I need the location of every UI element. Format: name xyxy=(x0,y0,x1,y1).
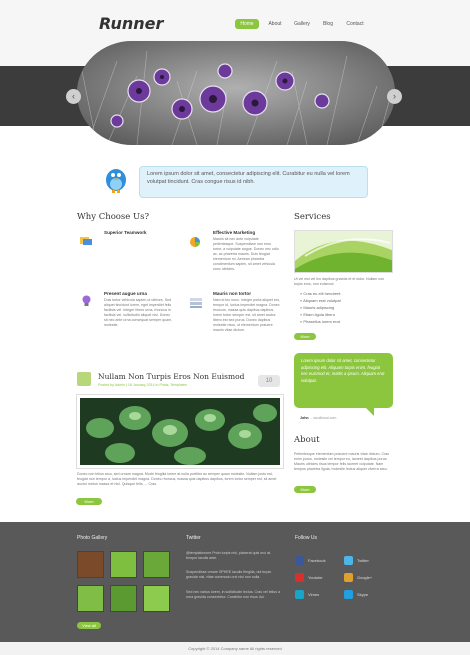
gallery-thumb[interactable] xyxy=(143,585,170,612)
facebook-icon xyxy=(295,556,304,566)
feature-text-mauris: Nam id leo nunc. Integer porta aliquet e… xyxy=(213,298,280,332)
slider-prev-button[interactable]: ‹ xyxy=(66,89,81,104)
tweet: Suspendisse ornare SPHEE iaculis fringil… xyxy=(186,570,272,579)
nav-about[interactable]: About xyxy=(264,19,286,29)
gallery-thumb[interactable] xyxy=(110,551,137,578)
post-meta: Posted by Admin | 18 January 2014 in Pos… xyxy=(98,383,187,387)
social-twitter[interactable]: Twitter xyxy=(344,555,369,567)
post-title[interactable]: Nullam Non Turpis Eros Non Euismod xyxy=(98,372,244,381)
feature-text-present: Duis tortor vehicula sapien ut ultrices.… xyxy=(104,298,173,327)
services-item[interactable]: » Etiam ligula libero xyxy=(300,311,341,318)
gallery-thumb[interactable] xyxy=(110,585,137,612)
social-google[interactable]: Google+ xyxy=(344,572,372,584)
about-heading: About xyxy=(294,435,320,445)
testimonial-bubble: Lorem ipsum dolor sit amet, consectetur … xyxy=(294,353,393,408)
gallery-thumb[interactable] xyxy=(77,585,104,612)
feature-title-marketing: Effective Marketing xyxy=(213,230,256,235)
gallery-view-all-button[interactable]: View all xyxy=(77,622,101,629)
lightbulb-icon xyxy=(82,294,91,306)
post-thumbnail-icon xyxy=(77,372,91,386)
twitter-icon xyxy=(344,556,353,566)
gallery-thumb[interactable] xyxy=(143,551,170,578)
services-item[interactable]: » Cras eu elit hendrerit xyxy=(300,290,341,297)
gallery-heading: Photo Gallery xyxy=(77,535,108,541)
bubble-tail xyxy=(366,408,374,416)
gallery-thumb[interactable] xyxy=(77,551,104,578)
social-skype[interactable]: Skype xyxy=(344,589,368,601)
slider-next-button[interactable]: › xyxy=(387,89,402,104)
services-heading: Services xyxy=(294,212,331,222)
footer xyxy=(0,522,470,642)
vimeo-icon xyxy=(295,590,304,600)
tweet: @templatezone Proin turpis nisl, placera… xyxy=(186,551,271,560)
pie-chart-icon xyxy=(190,234,200,247)
post-image-frame xyxy=(76,394,284,469)
nav-gallery[interactable]: Gallery xyxy=(291,19,313,29)
feature-title-mauris: Mauris non tortor xyxy=(213,291,252,296)
stack-icon xyxy=(190,295,202,308)
why-heading: Why Choose Us? xyxy=(77,212,150,222)
tweet: Sed nec varius lorem, in sollicitudin le… xyxy=(186,590,281,599)
about-text: Pellentesque elementum posuere mauris vi… xyxy=(294,452,390,471)
post-more-button[interactable]: More xyxy=(76,498,102,505)
intro-bubble: Lorem ipsum dolor sit amet, consectetur … xyxy=(139,166,368,198)
nav-home[interactable]: Home xyxy=(235,19,259,29)
follow-heading: Follow Us xyxy=(295,535,317,541)
nav-contact[interactable]: Contact xyxy=(343,19,367,29)
copyright: Copyright © 2014 Company name All rights… xyxy=(0,642,470,655)
testimonial-author: John xyxy=(300,416,309,420)
site-logo[interactable]: Runner xyxy=(99,14,163,33)
social-vimeo[interactable]: Vimeo xyxy=(295,589,319,601)
services-list: » Cras eu elit hendrerit » Aliquam erat … xyxy=(300,290,341,325)
youtube-icon xyxy=(295,573,304,583)
google-icon xyxy=(344,573,353,583)
flowers-image xyxy=(77,41,395,145)
post-excerpt: Donec non tellus arcu, sed ornare magna.… xyxy=(77,472,277,486)
services-item[interactable]: » Phasellus lorem erat xyxy=(300,318,341,325)
hero-slider-image xyxy=(77,41,395,145)
feature-title-teamwork: Superior Teamwork xyxy=(104,230,147,235)
about-more-button[interactable]: More xyxy=(294,486,316,493)
twitter-heading: Twitter xyxy=(186,535,201,541)
nav-blog[interactable]: Blog xyxy=(319,19,337,29)
feature-text-marketing: Mauris sit nec ante vulputate pellentesq… xyxy=(213,237,279,271)
testimonial-site[interactable]: - sicollinsal.com xyxy=(311,416,336,421)
bird-mascot-icon xyxy=(104,163,128,193)
services-text: Ut vel nisl vel leo dapibus gravida et e… xyxy=(294,277,385,286)
services-more-button[interactable]: More xyxy=(294,333,316,340)
services-item[interactable]: » Aliquam erat volutpat xyxy=(300,297,341,304)
services-image xyxy=(294,230,393,273)
feature-title-present: Present augue urna xyxy=(104,291,147,296)
services-item[interactable]: » Mauris adipiscing xyxy=(300,304,341,311)
social-facebook[interactable]: Facebook xyxy=(295,555,326,567)
teamwork-icon xyxy=(80,233,92,245)
social-youtube[interactable]: Youtube xyxy=(295,572,323,584)
skype-icon xyxy=(344,590,353,600)
comment-count-badge[interactable]: 10 xyxy=(258,375,280,387)
plant-photo xyxy=(80,398,280,465)
